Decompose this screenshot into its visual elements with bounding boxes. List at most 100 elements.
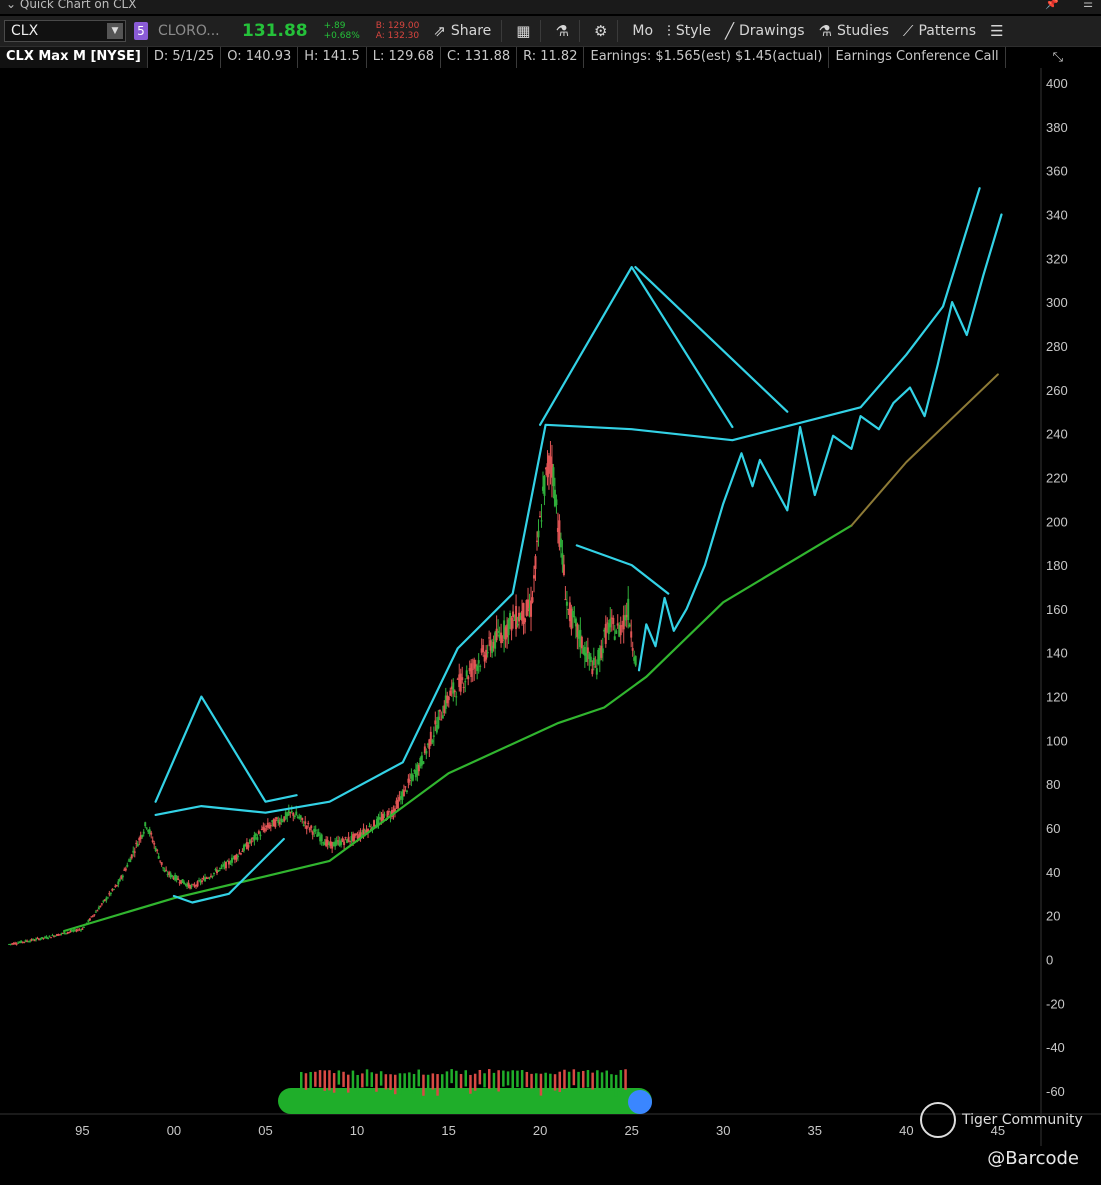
studies-button[interactable]: ⚗ Studies [819,22,889,40]
candle-body [100,903,103,905]
candle-body [565,601,568,606]
x-tick-label: 30 [716,1123,730,1138]
candle-body [278,822,281,825]
candle-body [538,516,541,518]
window-title[interactable]: ⌄ Quick Chart on CLX [6,0,136,11]
bottom-bar [0,1146,1101,1185]
style-button[interactable]: ⫶ Style [667,22,711,40]
candle-body [609,618,612,628]
patterns-button[interactable]: ⟋ Patterns [903,22,976,40]
y-tick-label: 40 [1046,865,1060,880]
candle-body [441,715,444,719]
volume-bar [478,1069,482,1085]
studies-label: Studies [836,23,889,39]
candle-body [383,814,386,816]
flask-icon: ⚗ [555,22,569,40]
candle-body [404,786,407,788]
volume-bar [497,1070,500,1092]
price-change: +.89 +0.68% [324,21,360,41]
aggregation-button[interactable]: Mo [632,23,653,39]
flask-button[interactable]: ⚗ [555,22,568,40]
candle-body [615,630,618,634]
collapse-icon[interactable]: ⤡ [1053,50,1063,65]
symbol-dropdown-icon[interactable]: ▼ [107,23,123,39]
price-chart[interactable]: 4003803603403203002802602402202001801601… [0,68,1101,1146]
candle-body [619,625,622,636]
volume-bar [511,1070,514,1089]
upper-triangle [538,266,734,429]
candle-body [449,690,452,696]
share-icon: ⇗ [433,22,446,40]
candle-body [459,673,462,692]
toolbar-menu-button[interactable]: ☰ [990,22,1003,40]
candle-body [310,825,313,829]
candle-body [82,926,85,928]
candle-body [23,941,26,943]
volume-bar [394,1074,397,1095]
menu-icon: ☰ [990,22,1004,40]
candle-body [589,656,592,663]
volume-bar [426,1074,430,1095]
candle-body [500,632,503,644]
chart-toolbar: CLX ▼ 5 CLORO... 131.88 +.89 +0.68% B: 1… [0,16,1101,47]
link-badge[interactable]: 5 [134,22,148,40]
candle-body [431,740,434,743]
y-tick-label: 200 [1046,514,1068,529]
candle-body [88,918,91,921]
candle-body [177,878,180,880]
volume-bar [398,1073,402,1095]
candle-body [201,880,204,882]
candle-body [462,686,465,688]
candle-body [524,618,527,623]
volume-bar [445,1071,449,1089]
volume-bar [408,1072,411,1091]
volume-bar [610,1074,613,1091]
volume-bar [516,1070,519,1088]
symbol-input[interactable]: CLX ▼ [4,20,126,42]
y-tick-label: 80 [1046,777,1060,792]
candle-body [141,835,144,838]
pin-icon[interactable]: 📌 [1045,0,1059,10]
candle-body [630,631,633,638]
volume-bar [375,1073,378,1092]
volume-bar [431,1073,435,1090]
volume-bar [469,1074,472,1094]
candle-body [302,824,305,826]
volume-bar [318,1070,322,1088]
calendar-button[interactable]: ▦ [516,22,530,40]
candle-body [497,630,500,633]
candle-body [218,867,221,869]
drawings-button[interactable]: ╱ Drawings [725,22,805,40]
candle-body [269,825,272,827]
volume-bar [535,1073,538,1095]
pencil-icon: ╱ [724,22,735,40]
settings-button[interactable]: ⚙ [594,22,607,40]
candle-body [512,611,515,618]
candle-body [259,834,262,837]
menu-icon[interactable]: ☰ [1083,0,1093,10]
beaker-icon: ⚗ [818,22,832,40]
candle-body [437,716,440,729]
candle-body [465,670,468,677]
candle-body [559,538,562,548]
candle-body [477,660,480,664]
candle-body [257,831,260,834]
candle-body [628,624,631,627]
candle-body [162,867,165,869]
candle-body [42,937,45,939]
volume-bar [314,1071,317,1087]
candle-body [93,914,96,916]
y-tick-label: 20 [1046,909,1060,924]
candle-body [263,828,266,832]
ask-value: A: 132.30 [375,31,420,41]
share-button[interactable]: ⇗ Share [433,22,491,40]
candle-body [58,934,61,936]
volume-bar [506,1071,510,1086]
candle-body [564,599,567,601]
volume-bar [558,1071,561,1092]
volume-bar [379,1071,383,1086]
candle-body [540,520,543,522]
candle-body [422,761,425,764]
candle-body [73,929,76,931]
volume-bar [502,1070,505,1087]
